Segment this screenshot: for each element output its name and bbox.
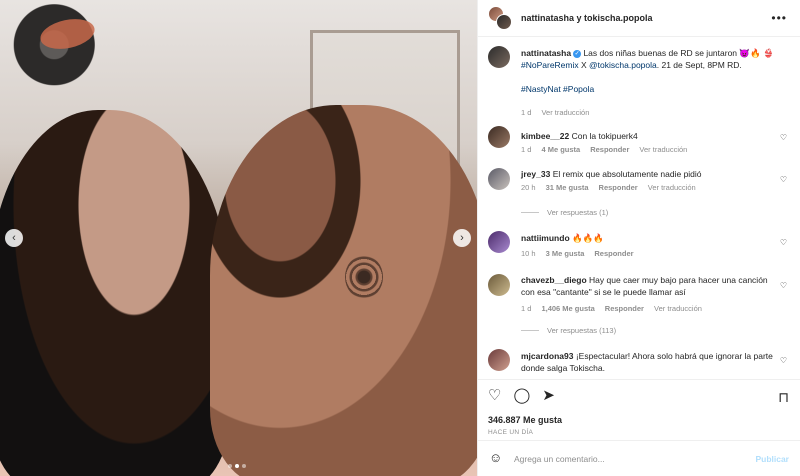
avatar[interactable]	[488, 126, 510, 148]
send-icon[interactable]: ➤	[542, 388, 555, 403]
comment-time: 20 h	[521, 183, 536, 192]
comment-likes[interactable]: 1,406 Me gusta	[541, 304, 594, 313]
post-actions: ♡ ◯ ➤ ⊓ 346.887 Me gusta HACE UN DÍA	[478, 379, 800, 439]
comment-like-icon[interactable]: ♡	[780, 281, 787, 290]
comment-composer: ☺ Publicar	[478, 440, 800, 476]
carousel-dot-active	[235, 464, 239, 468]
post-header: nattinatasha y tokischa.popola •••	[478, 0, 800, 37]
avatar[interactable]	[488, 274, 510, 296]
replies-divider	[521, 212, 539, 213]
photo-fan	[2, 2, 97, 97]
carousel-dot	[228, 464, 232, 468]
translate-link[interactable]: Ver traducción	[648, 183, 696, 192]
avatar[interactable]	[488, 349, 510, 371]
caption-text-2: 👙	[762, 48, 774, 58]
translate-link[interactable]: Ver traducción	[541, 108, 589, 117]
comment-like-icon[interactable]: ♡	[780, 356, 787, 365]
translate-link[interactable]: Ver traducción	[654, 304, 702, 313]
caption-text-1: Las dos niñas buenas de RD se juntaron 😈…	[583, 48, 761, 58]
instagram-post: ‹ › nattinatasha y tokischa.popola ••• n…	[0, 0, 800, 476]
replies-divider	[521, 330, 539, 331]
comment-meta: 1 d 1,406 Me gusta Responder Ver traducc…	[521, 304, 702, 313]
collab-avatars[interactable]	[488, 6, 512, 30]
comment-username[interactable]: jrey_33	[521, 169, 550, 179]
like-count[interactable]: 346.887 Me gusta	[488, 415, 562, 425]
comment-time: 1 d	[521, 145, 532, 154]
comment-likes[interactable]: 4 Me gusta	[541, 145, 580, 154]
comment-text: mjcardona93 ¡Espectacular! Ahora solo ha…	[521, 350, 776, 374]
post-side-panel: nattinatasha y tokischa.popola ••• natti…	[477, 0, 800, 476]
comment-text: jrey_33 El remix que absolutamente nadie…	[521, 168, 776, 180]
comment-like-icon[interactable]: ♡	[780, 133, 787, 142]
bookmark-icon[interactable]: ⊓	[778, 389, 789, 406]
comment-text: chavezb__diego Hay que caer muy bajo par…	[521, 274, 776, 298]
smiley-icon[interactable]: ☺	[489, 451, 502, 465]
view-replies-label[interactable]: Ver respuestas (113)	[547, 326, 616, 335]
avatar[interactable]	[488, 46, 510, 68]
post-button[interactable]: Publicar	[755, 454, 789, 464]
comment-meta: 20 h 31 Me gusta Responder Ver traducció…	[521, 183, 696, 192]
caption-time: 1 d	[521, 108, 532, 117]
comment-username[interactable]: nattiimundo	[521, 233, 570, 243]
view-replies-label[interactable]: Ver respuestas (1)	[547, 208, 608, 217]
comment-likes[interactable]: 31 Me gusta	[546, 183, 589, 192]
comment-meta: 10 h 3 Me gusta Responder	[521, 249, 634, 258]
comment-likes[interactable]: 3 Me gusta	[546, 249, 585, 258]
caption-text: nattinatasha ✓ Las dos niñas buenas de RD…	[521, 47, 776, 95]
reply-button[interactable]: Responder	[605, 304, 644, 313]
post-photo[interactable]: ‹ ›	[0, 0, 477, 476]
comment-meta: 1 d 4 Me gusta Responder Ver traducción	[521, 145, 687, 154]
reply-button[interactable]: Responder	[599, 183, 638, 192]
comment-like-icon[interactable]: ♡	[780, 175, 787, 184]
comment-icon[interactable]: ◯	[513, 388, 530, 403]
comment-username[interactable]: mjcardona93	[521, 351, 573, 361]
caption-mention[interactable]: @tokischa.popola	[589, 60, 657, 70]
caption-hashtag[interactable]: #NoPareRemix	[521, 60, 579, 70]
comment-time: 10 h	[521, 249, 536, 258]
comment-body: El remix que absolutamente nadie pidió	[552, 169, 702, 179]
comment-input[interactable]	[514, 450, 734, 468]
comment-body: Con la tokipuerk4	[571, 131, 638, 141]
avatar[interactable]	[488, 168, 510, 190]
photo-tattoo	[345, 255, 383, 299]
heart-icon[interactable]: ♡	[488, 388, 501, 403]
reply-button[interactable]: Responder	[590, 145, 629, 154]
more-options-icon[interactable]: •••	[771, 11, 787, 25]
chevron-right-icon[interactable]: ›	[453, 229, 471, 247]
action-icons: ♡ ◯ ➤	[488, 388, 555, 403]
post-authors[interactable]: nattinatasha y tokischa.popola	[521, 13, 653, 23]
caption-username[interactable]: nattinatasha	[521, 48, 571, 58]
caption-tags[interactable]: #NastyNat #Popola	[521, 83, 776, 95]
reply-button[interactable]: Responder	[594, 249, 633, 258]
comment-like-icon[interactable]: ♡	[780, 238, 787, 247]
view-replies[interactable]: Ver respuestas (113)	[521, 326, 616, 335]
translate-link[interactable]: Ver traducción	[639, 145, 687, 154]
comments-list[interactable]: nattinatasha ✓ Las dos niñas buenas de RD…	[478, 38, 800, 378]
view-replies[interactable]: Ver respuestas (1)	[521, 208, 608, 217]
verified-badge-icon: ✓	[573, 49, 582, 58]
comment-body: 🔥🔥🔥	[572, 233, 604, 243]
carousel-dots	[228, 464, 246, 468]
carousel-dot	[242, 464, 246, 468]
chevron-left-icon[interactable]: ‹	[5, 229, 23, 247]
post-timestamp: HACE UN DÍA	[488, 429, 534, 436]
avatar	[496, 14, 512, 30]
comment-username[interactable]: kimbee__22	[521, 131, 569, 141]
caption-text-3: X	[578, 60, 590, 70]
caption-meta: 1 d Ver traducción	[521, 108, 589, 117]
comment-username[interactable]: chavezb__diego	[521, 275, 587, 285]
avatar[interactable]	[488, 231, 510, 253]
comment-time: 1 d	[521, 304, 532, 313]
comment-text: kimbee__22 Con la tokipuerk4	[521, 130, 776, 142]
caption-text-4: . 21 de Sept, 8PM RD.	[656, 60, 742, 70]
comment-text: nattiimundo 🔥🔥🔥	[521, 232, 776, 244]
photo-person-right	[210, 105, 477, 476]
